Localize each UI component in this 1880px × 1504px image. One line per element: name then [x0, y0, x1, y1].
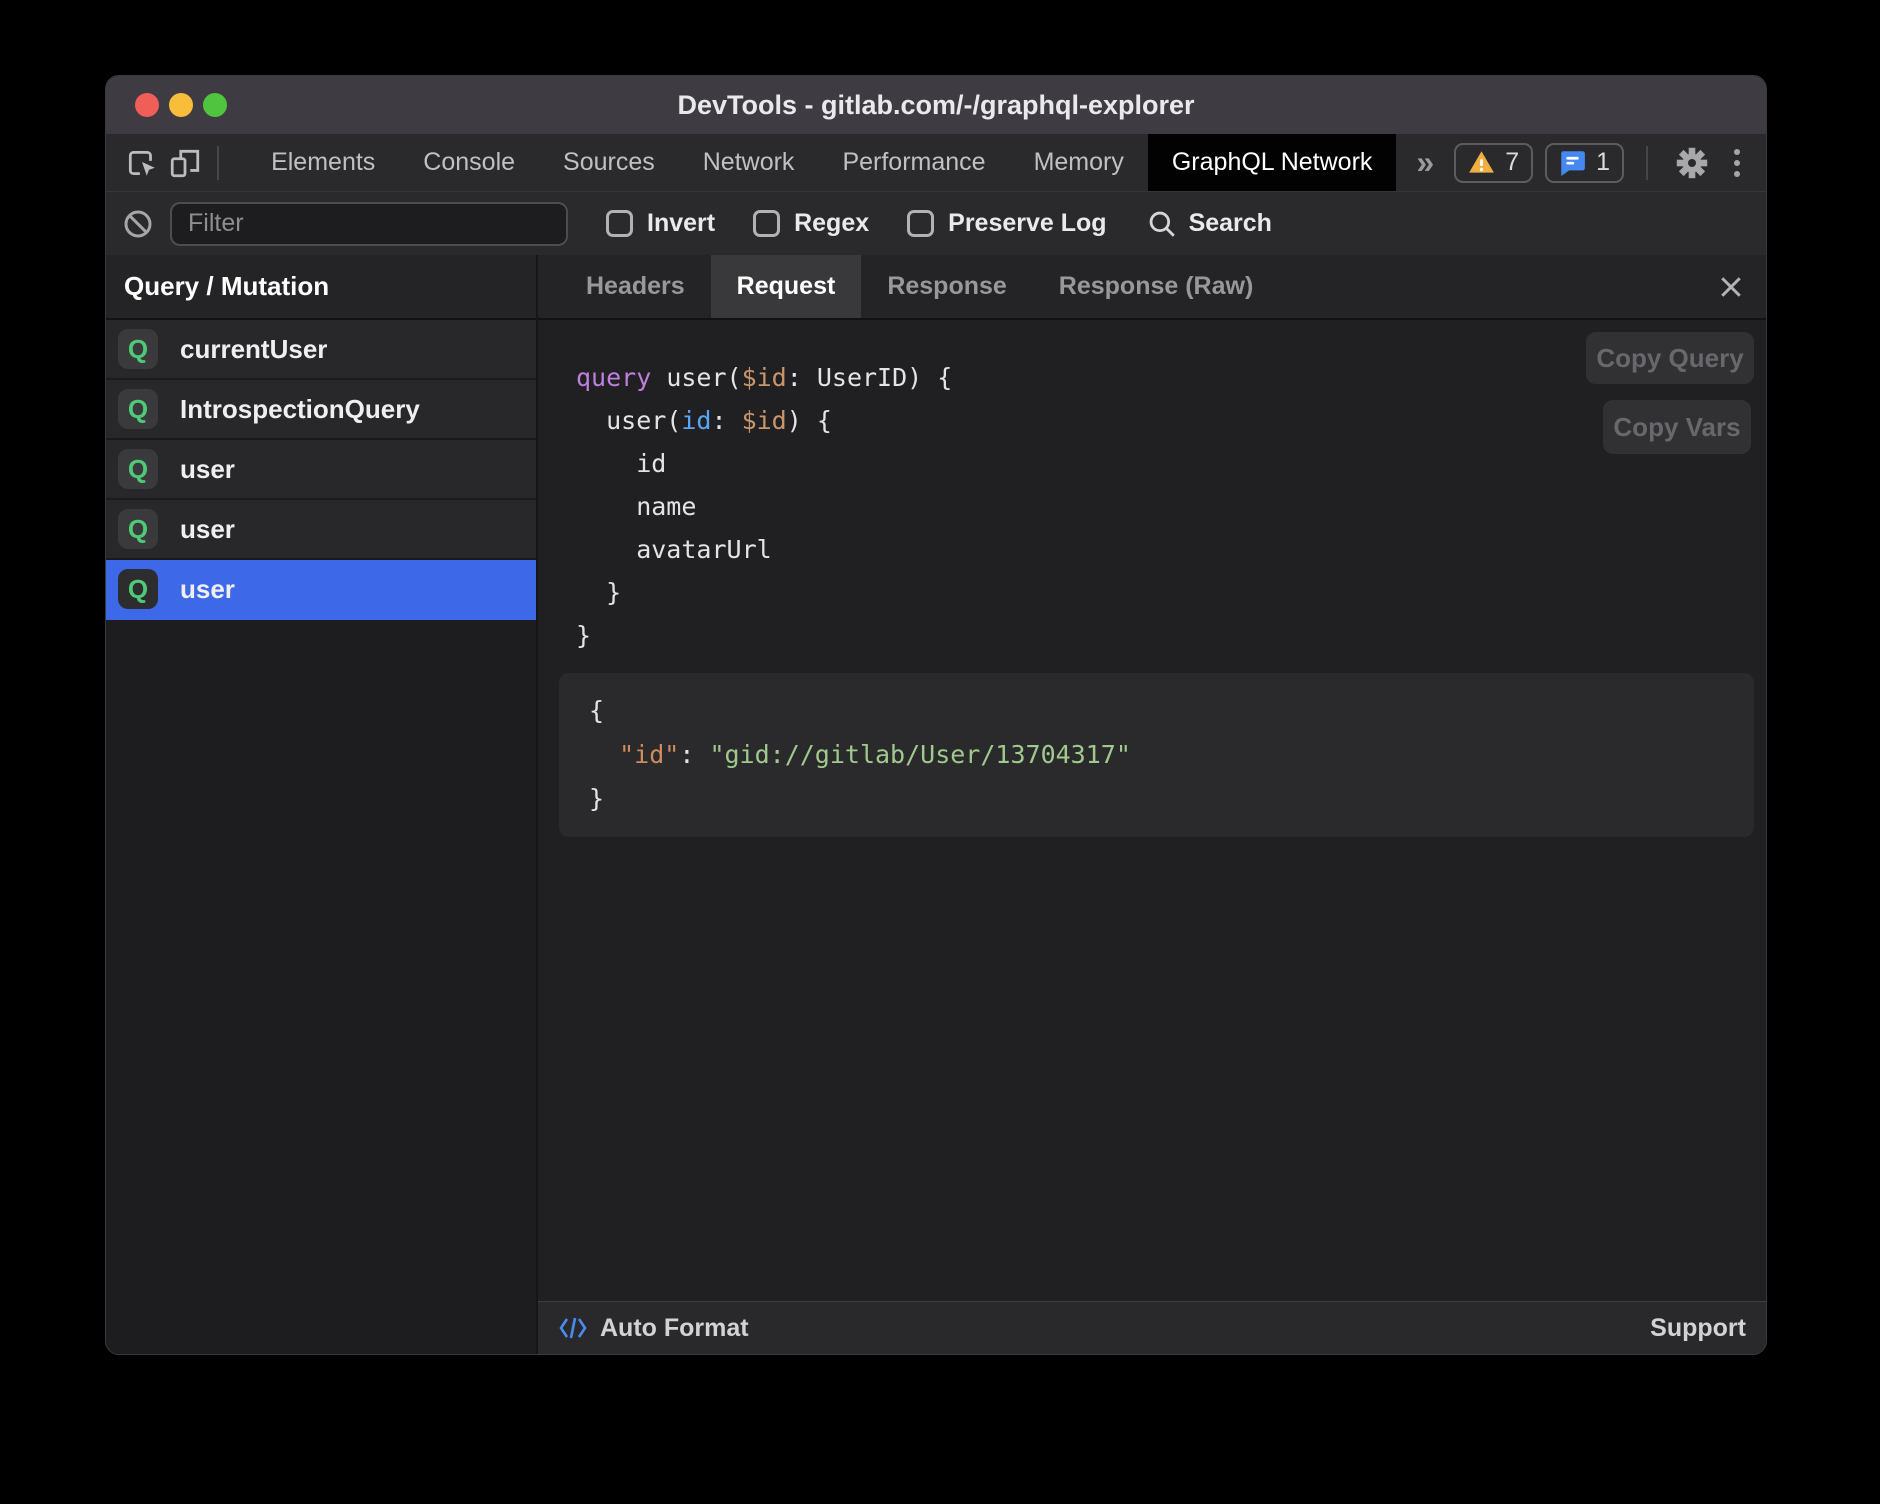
support-link[interactable]: Support	[1650, 1314, 1746, 1343]
query-name: user	[180, 514, 235, 545]
tab-response[interactable]: Response	[861, 255, 1032, 318]
close-panel-button[interactable]	[1716, 272, 1746, 302]
warnings-badge[interactable]: 7	[1454, 143, 1533, 183]
request-content: query user($id: UserID) { user(id: $id) …	[538, 320, 1766, 1301]
list-item-user-3-selected[interactable]: Q user	[106, 560, 536, 620]
more-options-button[interactable]	[1726, 149, 1748, 177]
query-type-badge: Q	[118, 389, 158, 429]
window-title: DevTools - gitlab.com/-/graphql-explorer	[677, 90, 1194, 121]
filter-input[interactable]	[170, 202, 568, 246]
devtools-window: DevTools - gitlab.com/-/graphql-explorer…	[105, 75, 1767, 1355]
detail-panel: Headers Request Response Response (Raw) …	[538, 255, 1766, 1354]
graphql-query-code: query user($id: UserID) { user(id: $id) …	[576, 356, 1766, 657]
gear-icon	[1673, 144, 1711, 182]
query-name: user	[180, 454, 235, 485]
copy-query-button[interactable]: Copy Query	[1586, 332, 1754, 384]
warning-count: 7	[1505, 148, 1519, 177]
query-list-sidebar: Query / Mutation Q currentUser Q Introsp…	[106, 255, 538, 1354]
query-name: IntrospectionQuery	[180, 394, 420, 425]
tab-performance[interactable]: Performance	[818, 134, 1009, 191]
invert-checkbox[interactable]	[606, 210, 633, 237]
preserve-log-checkbox[interactable]	[907, 210, 934, 237]
tab-request[interactable]: Request	[711, 255, 862, 318]
panel-footer: Auto Format Support	[538, 1301, 1766, 1354]
invert-checkbox-group[interactable]: Invert	[606, 209, 715, 238]
toggle-device-toolbar-button[interactable]	[164, 141, 208, 185]
list-item-user-2[interactable]: Q user	[106, 500, 536, 560]
inspect-element-button[interactable]	[120, 141, 164, 185]
more-tabs-button[interactable]: »	[1396, 144, 1454, 181]
regex-checkbox-group[interactable]: Regex	[753, 209, 869, 238]
device-toolbar-icon	[168, 146, 202, 180]
tab-network[interactable]: Network	[679, 134, 819, 191]
issues-badge[interactable]: 1	[1545, 143, 1624, 183]
sidebar-header: Query / Mutation	[106, 255, 536, 320]
message-icon	[1559, 149, 1586, 176]
tab-console[interactable]: Console	[399, 134, 539, 191]
query-type-badge: Q	[118, 449, 158, 489]
list-item-user-1[interactable]: Q user	[106, 440, 536, 500]
search-label: Search	[1189, 209, 1272, 238]
tab-memory[interactable]: Memory	[1010, 134, 1148, 191]
regex-label: Regex	[794, 209, 869, 238]
list-item-introspectionquery[interactable]: Q IntrospectionQuery	[106, 380, 536, 440]
query-name: currentUser	[180, 334, 327, 365]
settings-button[interactable]	[1670, 141, 1714, 185]
filter-bar: Invert Regex Preserve Log Search	[106, 191, 1766, 255]
tab-headers[interactable]: Headers	[560, 255, 711, 318]
query-type-badge: Q	[118, 329, 158, 369]
auto-format-label: Auto Format	[600, 1314, 749, 1343]
toolbar-divider	[217, 146, 219, 180]
detail-tab-bar: Headers Request Response Response (Raw)	[538, 255, 1766, 320]
preserve-log-label: Preserve Log	[948, 209, 1106, 238]
message-count: 1	[1596, 148, 1610, 177]
tab-elements[interactable]: Elements	[247, 134, 399, 191]
code-brackets-icon	[558, 1315, 588, 1341]
list-item-currentUser[interactable]: Q currentUser	[106, 320, 536, 380]
tab-sources[interactable]: Sources	[539, 134, 679, 191]
invert-label: Invert	[647, 209, 715, 238]
devtools-tab-bar: Elements Console Sources Network Perform…	[106, 134, 1766, 191]
search-icon	[1147, 209, 1177, 239]
toolbar-right-divider	[1646, 146, 1648, 180]
query-name: user	[180, 574, 235, 605]
toolbar-right-group: 7 1	[1454, 141, 1766, 185]
query-type-badge: Q	[118, 509, 158, 549]
title-bar: DevTools - gitlab.com/-/graphql-explorer	[106, 76, 1766, 134]
zoom-window-button[interactable]	[203, 93, 227, 117]
query-variables-box: { "id": "gid://gitlab/User/13704317"}	[559, 673, 1754, 837]
query-list: Q currentUser Q IntrospectionQuery Q use…	[106, 320, 536, 620]
inspect-cursor-icon	[125, 146, 159, 180]
regex-checkbox[interactable]	[753, 210, 780, 237]
auto-format-button[interactable]: Auto Format	[558, 1314, 749, 1343]
minimize-window-button[interactable]	[169, 93, 193, 117]
query-type-badge: Q	[118, 569, 158, 609]
close-window-button[interactable]	[135, 93, 159, 117]
tab-response-raw[interactable]: Response (Raw)	[1033, 255, 1279, 318]
close-icon	[1716, 272, 1746, 302]
preserve-log-checkbox-group[interactable]: Preserve Log	[907, 209, 1106, 238]
copy-vars-button[interactable]: Copy Vars	[1603, 400, 1751, 454]
search-button[interactable]: Search	[1147, 209, 1272, 239]
block-icon[interactable]	[122, 208, 154, 240]
traffic-lights	[135, 93, 227, 117]
warning-icon	[1468, 149, 1495, 176]
tab-graphql-network[interactable]: GraphQL Network	[1148, 134, 1397, 191]
